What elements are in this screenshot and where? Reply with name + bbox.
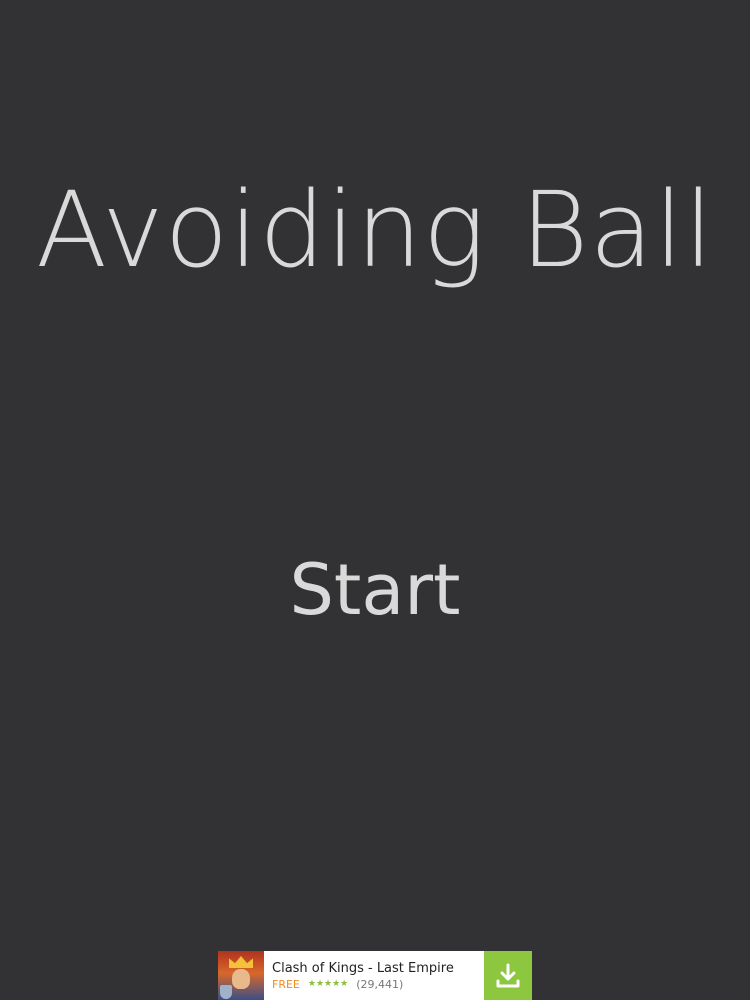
ad-meta: FREE ★★★★★ (29,441) xyxy=(272,977,484,992)
game-screen: Avoiding Ball Start Clash of Kings - Las… xyxy=(0,0,750,1000)
ad-price: FREE xyxy=(272,977,300,991)
app-icon[interactable] xyxy=(218,951,264,1000)
shield-icon xyxy=(220,985,232,999)
download-button[interactable] xyxy=(484,951,532,1000)
king-face xyxy=(232,969,250,989)
crown-icon xyxy=(229,956,253,968)
ad-rating-count: (29,441) xyxy=(356,977,404,991)
ad-app-name: Clash of Kings - Last Empire xyxy=(272,960,454,976)
download-icon xyxy=(496,963,520,987)
ad-rating-stars: ★★★★★ xyxy=(307,978,349,989)
ad-banner[interactable]: Clash of Kings - Last Empire FREE ★★★★★ … xyxy=(218,951,532,1000)
game-title: Avoiding Ball xyxy=(35,169,715,291)
ad-text[interactable]: Clash of Kings - Last Empire FREE ★★★★★ … xyxy=(264,960,484,992)
start-button[interactable]: Start xyxy=(0,545,750,635)
